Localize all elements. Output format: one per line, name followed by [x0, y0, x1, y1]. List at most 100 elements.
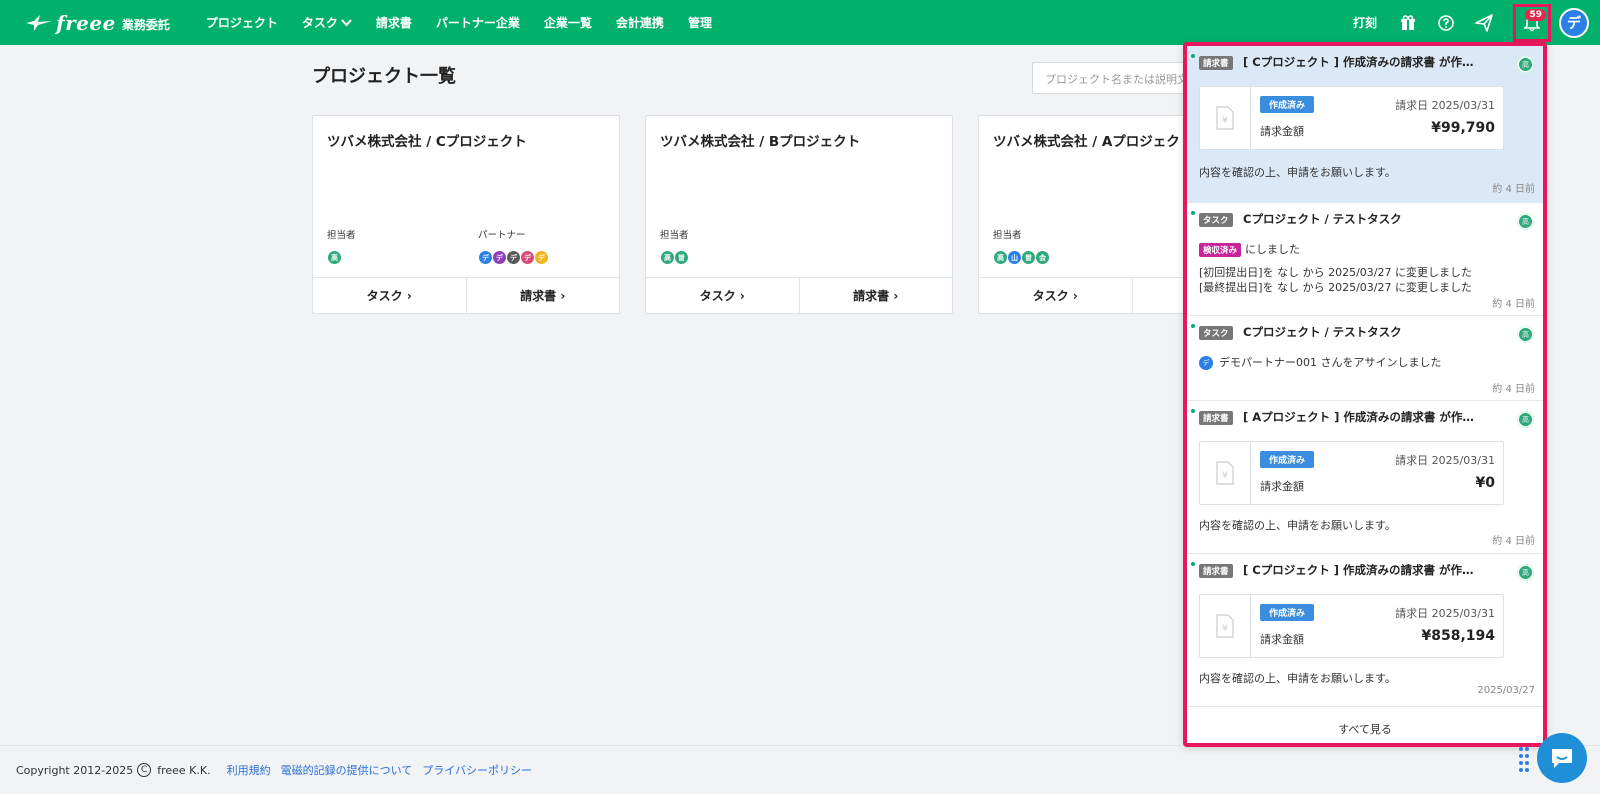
notification-panel: 請求書 [ Cプロジェクト ] 作成済みの請求書 が作… 高 ¥ 作成済み 請求… [1183, 42, 1547, 747]
notification-tag: タスク [1199, 213, 1233, 227]
chat-support-button[interactable] [1537, 733, 1587, 783]
change-line: [最終提出日]を なし から 2025/03/27 に変更しました [1199, 281, 1472, 294]
avatar: デ [534, 250, 549, 265]
chevron-right-icon: › [560, 288, 566, 303]
nav-accounting-link[interactable]: 会計連携 [616, 14, 664, 31]
notification-bell-button[interactable]: 59 [1513, 3, 1551, 42]
nav-admin[interactable]: 管理 [688, 14, 712, 31]
notification-title: [ Cプロジェクト ] 作成済みの請求書 が作… [1243, 563, 1474, 577]
notification-tag: 請求書 [1199, 56, 1233, 70]
avatar: デ [1199, 356, 1213, 370]
drag-handle-icon[interactable] [1518, 746, 1530, 772]
copyright-icon: C [137, 763, 152, 777]
nav-company-list[interactable]: 企業一覧 [544, 14, 592, 31]
notification-tag: 請求書 [1199, 411, 1233, 425]
avatar: 山 [1007, 250, 1022, 265]
notification-title: Cプロジェクト / テストタスク [1243, 212, 1402, 226]
privacy-policy-link[interactable]: プライバシーポリシー [422, 762, 532, 778]
owner-avatars: 高 [327, 250, 342, 265]
project-card-title: ツバメ株式会社 / Cプロジェクト [327, 134, 527, 150]
avatar: 高 [660, 250, 675, 265]
unread-dot [1191, 54, 1195, 58]
notification-time: 約 4 日前 [1492, 384, 1535, 395]
notification-item[interactable]: 請求書 [ Cプロジェクト ] 作成済みの請求書 が作… 高 ¥ 作成済み 請求… [1187, 554, 1543, 707]
task-link-button[interactable]: タスク › [646, 278, 799, 313]
notification-item[interactable]: タスク Cプロジェクト / テストタスク 高 検収済み にしました [初回提出日]… [1187, 203, 1543, 316]
bird-logo-icon [26, 14, 52, 31]
freee-logo[interactable]: freee 業務委託 [24, 11, 170, 35]
avatar: 高 [327, 250, 342, 265]
notification-message: 内容を確認の上、申請をお願いします。 [1199, 672, 1396, 685]
notification-tag: タスク [1199, 326, 1233, 340]
partner-avatars: デ デ デ デ デ [478, 250, 549, 265]
status-change-text: 検収済み にしました [1199, 241, 1300, 257]
project-card[interactable]: ツバメ株式会社 / Bプロジェクト 担当者 高 曽 タスク › 請求書 › [645, 115, 953, 314]
avatar: 高 [993, 250, 1008, 265]
notification-message: 内容を確認の上、申請をお願いします。 [1199, 519, 1396, 532]
notification-time: 約 4 日前 [1492, 536, 1535, 547]
invoice-summary[interactable]: ¥ 作成済み 請求日 2025/03/31 請求金額 ¥858,194 [1199, 594, 1504, 658]
owner-avatars: 高 曽 [660, 250, 689, 265]
card-actions: タスク › 請求書 › [646, 277, 952, 313]
nav-invoice[interactable]: 請求書 [376, 14, 412, 31]
invoice-summary[interactable]: ¥ 作成済み 請求日 2025/03/31 請求金額 ¥99,790 [1199, 86, 1504, 150]
chevron-down-icon [341, 18, 352, 26]
chevron-right-icon: › [739, 288, 745, 303]
notification-item[interactable]: 請求書 [ Aプロジェクト ] 作成済みの請求書 が作… 高 ¥ 作成済み 請求… [1187, 401, 1543, 554]
notification-time: 2025/03/27 [1477, 685, 1535, 696]
task-link-button[interactable]: タスク › [979, 278, 1132, 313]
nav-project[interactable]: プロジェクト [206, 14, 278, 31]
invoice-amount-label: 請求金額 [1260, 480, 1304, 493]
invoice-status-badge: 作成済み [1260, 96, 1315, 113]
notification-item[interactable]: タスク Cプロジェクト / テストタスク 高 デデモパートナー001 さんをアサ… [1187, 316, 1543, 401]
invoice-document-icon: ¥ [1200, 595, 1251, 657]
project-search-input[interactable]: プロジェクト名または説明文 [1032, 62, 1192, 94]
help-icon[interactable] [1437, 14, 1455, 32]
notification-title: Cプロジェクト / テストタスク [1243, 325, 1402, 339]
page-title: プロジェクト一覧 [312, 66, 456, 87]
notification-time: 約 4 日前 [1492, 299, 1535, 310]
change-line: [初回提出日]を なし から 2025/03/27 に変更しました [1199, 266, 1472, 279]
gift-icon[interactable] [1399, 14, 1417, 32]
send-icon[interactable] [1475, 13, 1493, 32]
svg-text:¥: ¥ [1222, 624, 1228, 634]
avatar: 高 [1518, 327, 1533, 342]
notification-title: [ Cプロジェクト ] 作成済みの請求書 が作… [1243, 55, 1474, 69]
user-avatar[interactable]: デ [1559, 7, 1589, 38]
copyright-text: Copyright 2012-2025 [16, 763, 134, 777]
unread-dot [1191, 562, 1195, 566]
page-footer: Copyright 2012-2025 C freee K.K. 利用規約 電磁… [0, 745, 1600, 794]
invoice-summary[interactable]: ¥ 作成済み 請求日 2025/03/31 請求金額 ¥0 [1199, 441, 1504, 505]
notification-message: 内容を確認の上、申請をお願いします。 [1199, 166, 1396, 179]
electronic-records-link[interactable]: 電磁的記録の提供について [281, 762, 413, 778]
invoice-link-button[interactable]: 請求書 › [798, 278, 953, 313]
avatar: 高 [1518, 214, 1533, 229]
svg-text:¥: ¥ [1222, 471, 1228, 481]
unread-dot [1191, 211, 1195, 215]
invoice-status-badge: 作成済み [1260, 451, 1315, 468]
partner-label: パートナー [478, 230, 526, 241]
avatar: デ [492, 250, 507, 265]
avatar: 高 [1518, 57, 1533, 72]
invoice-amount-label: 請求金額 [1260, 125, 1304, 138]
header-tools: 打刻 59 デ [1353, 0, 1600, 45]
owner-avatars: 高 山 曽 会 [993, 250, 1050, 265]
invoice-link-button[interactable]: 請求書 › [465, 278, 620, 313]
notification-item[interactable]: 請求書 [ Cプロジェクト ] 作成済みの請求書 が作… 高 ¥ 作成済み 請求… [1187, 46, 1543, 203]
chevron-right-icon: › [893, 288, 899, 303]
project-card[interactable]: ツバメ株式会社 / Cプロジェクト 担当者 パートナー 高 デ デ デ デ デ … [312, 115, 620, 314]
nav-task[interactable]: タスク [302, 14, 352, 31]
notification-time: 約 4 日前 [1492, 184, 1535, 195]
invoice-date: 請求日 2025/03/31 [1395, 607, 1495, 620]
see-all-notifications-link[interactable]: すべて見る [1187, 715, 1543, 743]
top-navigation-bar: freee 業務委託 プロジェクト タスク 請求書 パートナー企業 企業一覧 会… [0, 0, 1600, 45]
punch-button[interactable]: 打刻 [1353, 14, 1377, 31]
assignment-text: デデモパートナー001 さんをアサインしました [1199, 354, 1442, 370]
terms-link[interactable]: 利用規約 [227, 762, 271, 778]
notification-tag: 請求書 [1199, 564, 1233, 578]
nav-partner-company[interactable]: パートナー企業 [436, 14, 520, 31]
notification-count-badge: 59 [1525, 8, 1546, 21]
invoice-amount: ¥0 [1475, 475, 1495, 491]
task-link-button[interactable]: タスク › [313, 278, 466, 313]
card-actions: タスク › 請求書 › [313, 277, 619, 313]
